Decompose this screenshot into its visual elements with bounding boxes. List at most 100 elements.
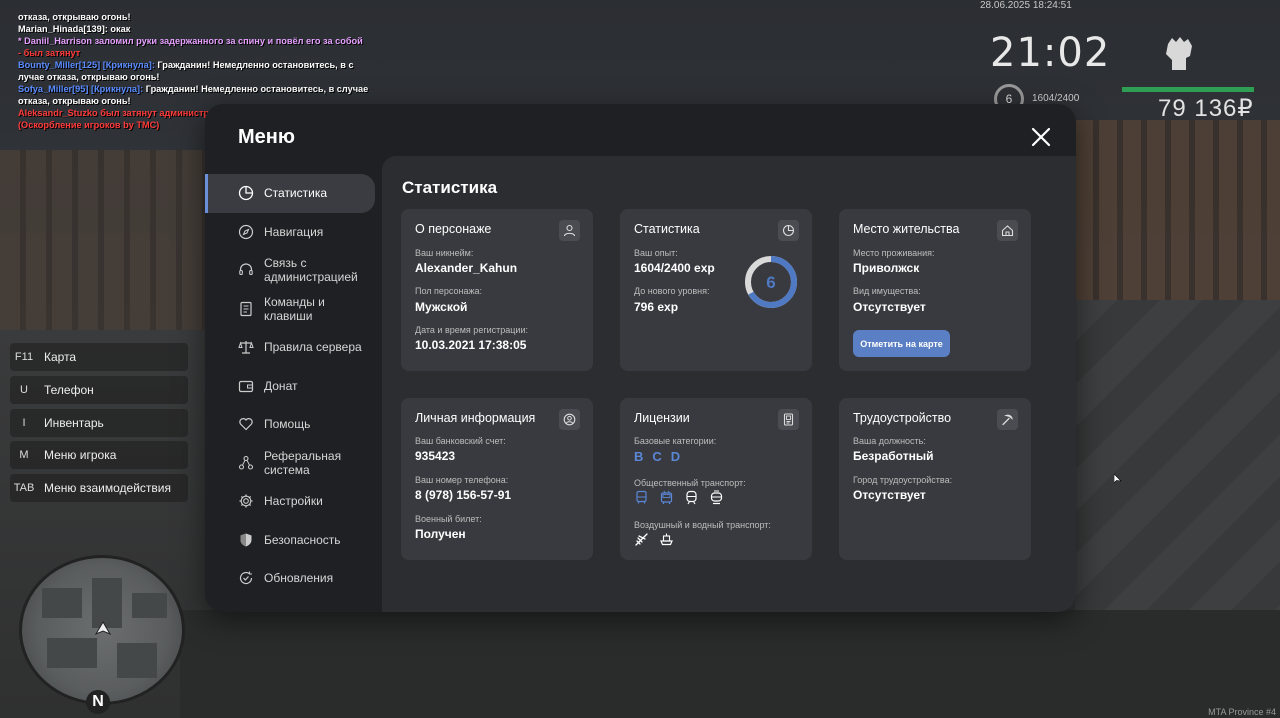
field-label: Ваш опыт:	[634, 248, 678, 258]
nav-item-security[interactable]: Безопасность	[205, 521, 380, 560]
menu-window: Меню Статистика Навигация Связь с админи…	[205, 104, 1076, 612]
field-label: Военный билет:	[415, 514, 482, 524]
card-personal-info: Личная информация Ваш банковский счет: 9…	[401, 398, 593, 560]
phone-value: 8 (978) 156-57-91	[415, 488, 512, 502]
card-icon-box	[778, 220, 799, 241]
pickaxe-icon	[1002, 414, 1013, 426]
refresh-check-icon	[239, 571, 253, 585]
public-transport-icons	[634, 490, 724, 505]
nav-item-navigation[interactable]: Навигация	[205, 213, 380, 252]
health-bar	[1122, 87, 1254, 92]
military-id-value: Получен	[415, 527, 466, 541]
keybind-label: Инвентарь	[44, 415, 104, 430]
mark-on-map-button[interactable]: Отметить на карте	[853, 330, 950, 357]
keybind-label: Карта	[44, 350, 77, 364]
map-block	[132, 593, 167, 618]
hud-money: 79 136₽	[1158, 95, 1254, 122]
field-label: Город трудоустройства:	[853, 475, 953, 485]
license-categories: B C D	[634, 449, 680, 464]
bus-icon	[636, 490, 647, 504]
card-icon-box	[778, 409, 799, 430]
nav-item-settings[interactable]: Настройки	[205, 482, 380, 521]
headset-icon	[239, 263, 253, 276]
user-circle-icon	[563, 413, 576, 426]
compass-icon	[238, 224, 254, 239]
air-water-transport-icons	[634, 532, 674, 547]
nav-label: Правила сервера	[264, 340, 362, 355]
property-value: Отсутствует	[853, 300, 926, 314]
chat-line: * Daniil_Harrison заломил руки задержанн…	[18, 36, 363, 46]
nav-label: Помощь	[264, 417, 311, 432]
keybind-row: I Инвентарь	[10, 408, 188, 437]
nav-label: Настройки	[264, 494, 323, 509]
nav-label: Навигация	[264, 224, 324, 239]
chat-line: Marian_Hinada[139]: окак	[18, 24, 131, 34]
nav-item-admin-contact[interactable]: Связь с администрацией	[205, 251, 380, 290]
chat-sender: Sofya_Miller[95] [Крикнула]:	[18, 84, 144, 94]
hud-clock: 21:02	[990, 30, 1111, 76]
key-cap: M	[19, 449, 29, 462]
nav-item-commands[interactable]: Команды и клавиши	[205, 290, 380, 329]
nav-item-donate[interactable]: Донат	[205, 367, 380, 406]
card-icon-box	[997, 409, 1018, 430]
nav-item-rules[interactable]: Правила сервера	[205, 328, 380, 367]
card-title: Трудоустройство	[853, 411, 952, 425]
menu-sidebar: Статистика Навигация Связь с администрац…	[205, 174, 380, 598]
nav-label: Донат	[264, 378, 298, 393]
ship-icon	[660, 533, 673, 546]
nav-item-updates[interactable]: Обновления	[205, 559, 380, 598]
heart-hands-icon	[239, 418, 253, 431]
field-label: Дата и время регистрации:	[415, 325, 528, 335]
hud-exp: 1604/2400	[1032, 93, 1080, 104]
job-city-value: Отсутствует	[853, 488, 926, 502]
card-statistics: Статистика Ваш опыт: 1604/2400 exp До но…	[620, 209, 812, 371]
close-icon[interactable]	[1030, 126, 1052, 148]
nav-item-statistics[interactable]: Статистика	[205, 174, 375, 213]
airplane-icon	[635, 533, 648, 546]
nav-item-help[interactable]: Помощь	[205, 405, 380, 444]
card-character: О персонаже Ваш никнейм: Alexander_Kahun…	[401, 209, 593, 371]
license-category: D	[670, 449, 681, 464]
keybind-row: U Телефон	[10, 375, 188, 404]
wallet-icon	[238, 380, 254, 392]
card-employment: Трудоустройство Ваша должность: Безработ…	[839, 398, 1031, 560]
key-cap: F11	[14, 351, 34, 363]
nickname-value: Alexander_Kahun	[415, 261, 518, 275]
nav-item-referral[interactable]: Реферальная система	[205, 444, 380, 483]
next-level-value: 796 exp	[634, 300, 679, 314]
tram-icon	[710, 490, 723, 505]
bank-account-value: 935423	[415, 449, 456, 463]
chat-text: Гражданин! Немедленно остановитесь, в сл…	[143, 84, 369, 94]
scales-icon	[238, 341, 254, 354]
card-icon-box	[997, 220, 1018, 241]
chat-line: Sofya_Miller[95] [Крикнула]: Гражданин! …	[18, 83, 378, 95]
mouse-cursor-icon	[1114, 474, 1122, 484]
card-licenses: Лицензии Базовые категории: B C D Общест…	[620, 398, 812, 560]
chat-line: - был затянут	[18, 48, 81, 58]
chat-text: Гражданин! Немедленно остановитесь, в с	[154, 60, 354, 70]
compass-north: N	[86, 690, 110, 714]
nav-label: Безопасность	[264, 532, 341, 547]
keybind-label: Меню игрока	[44, 448, 117, 463]
house-icon	[1001, 225, 1014, 237]
field-label: Пол персонажа:	[415, 286, 483, 296]
gear-icon	[239, 494, 253, 508]
field-label: Воздушный и водный транспорт:	[634, 520, 771, 530]
keybind-list: F11 Карта U Телефон I Инвентарь M Меню игрок…	[10, 343, 188, 507]
field-label: Ваша должность:	[853, 436, 926, 446]
menu-title: Меню	[238, 126, 295, 148]
nav-label: Обновления	[264, 571, 334, 586]
keybind-label: Телефон	[44, 382, 94, 397]
keybind-label: Меню взаимодействия	[44, 481, 171, 496]
background-road	[180, 610, 1280, 718]
key-cap: TAB	[13, 482, 35, 495]
user-icon	[563, 224, 576, 237]
card-title: Место жительства	[853, 222, 960, 236]
registration-value: 10.03.2021 17:38:05	[415, 338, 527, 352]
background-wall	[1075, 300, 1280, 630]
nav-label: Статистика	[264, 186, 328, 201]
field-label: Ваш никнейм:	[415, 248, 474, 258]
trolleybus-icon	[660, 490, 673, 504]
chat-line: Bounty_Miller[125] [Крикнула]: Гражданин…	[18, 59, 378, 71]
field-label: Вид имущества:	[853, 286, 921, 296]
